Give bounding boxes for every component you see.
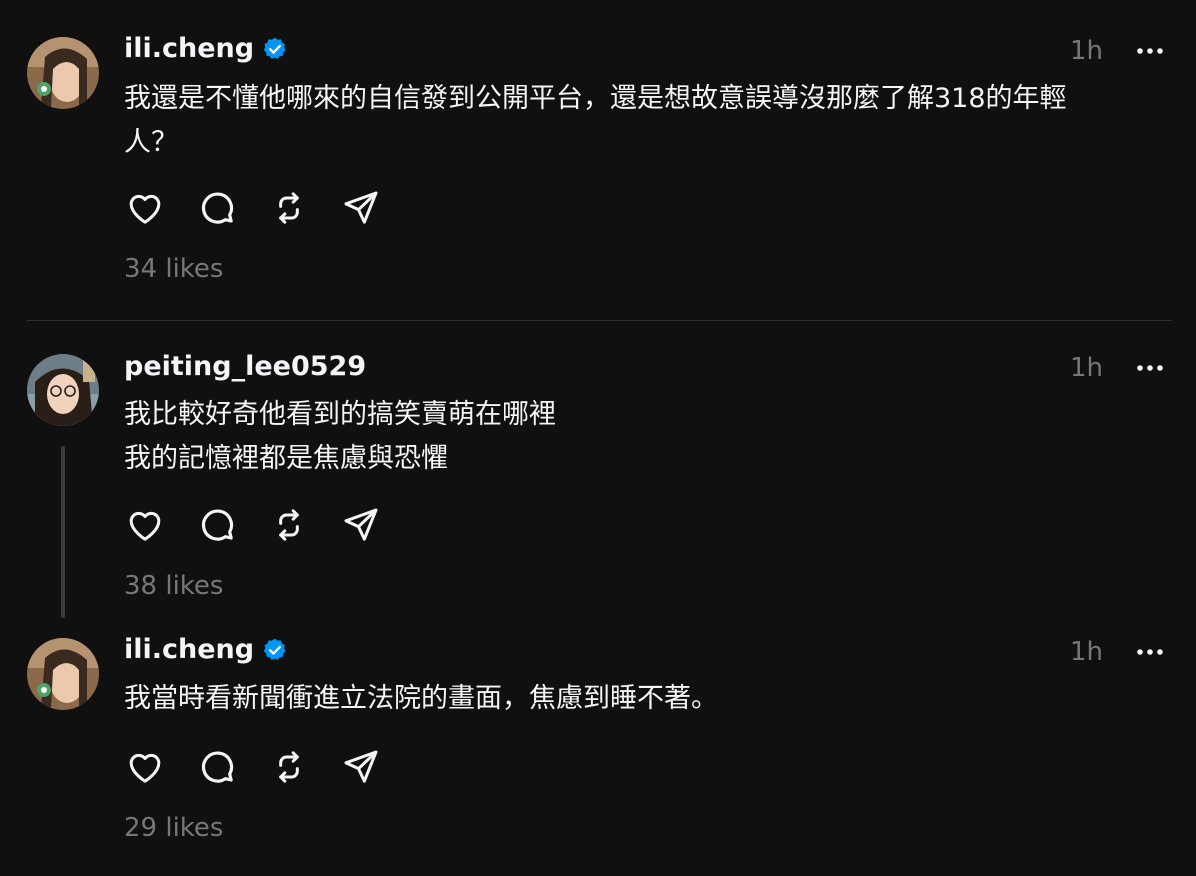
- repost-icon[interactable]: [268, 746, 310, 788]
- send-icon[interactable]: [340, 746, 382, 788]
- more-dots-icon[interactable]: [1134, 35, 1166, 67]
- username[interactable]: ili.cheng: [124, 634, 288, 666]
- likes-count[interactable]: 34 likes: [124, 253, 223, 285]
- likes-count[interactable]: 38 likes: [124, 570, 223, 602]
- verified-badge-icon: [262, 637, 288, 663]
- username-text[interactable]: ili.cheng: [124, 634, 254, 666]
- avatar[interactable]: [27, 37, 99, 109]
- post-actions: [124, 746, 412, 790]
- comment-bubble-icon[interactable]: [196, 504, 238, 546]
- username-text[interactable]: ili.cheng: [124, 33, 254, 65]
- post-time: 1h: [1070, 353, 1104, 383]
- comment-bubble-icon[interactable]: [196, 746, 238, 788]
- comment-bubble-icon[interactable]: [196, 187, 238, 229]
- username[interactable]: ili.cheng: [124, 33, 288, 65]
- post-actions: [124, 504, 412, 548]
- avatar[interactable]: [27, 638, 99, 710]
- send-icon[interactable]: [340, 504, 382, 546]
- post-actions: [124, 187, 412, 231]
- post-text: 我當時看新聞衝進立法院的畫面，焦慮到睡不著。: [124, 683, 718, 714]
- heart-icon[interactable]: [124, 746, 166, 788]
- post-time: 1h: [1070, 637, 1104, 667]
- divider: [27, 320, 1172, 321]
- username[interactable]: peiting_lee0529: [124, 351, 366, 383]
- username-text[interactable]: peiting_lee0529: [124, 351, 366, 383]
- thread-line: [61, 446, 65, 618]
- post-time: 1h: [1070, 36, 1104, 66]
- send-icon[interactable]: [340, 187, 382, 229]
- heart-icon[interactable]: [124, 187, 166, 229]
- more-dots-icon[interactable]: [1134, 352, 1166, 384]
- post-text: 我比較好奇他看到的搞笑賣萌在哪裡 我的記憶裡都是焦慮與恐懼: [124, 399, 556, 474]
- likes-count[interactable]: 29 likes: [124, 812, 223, 844]
- repost-icon[interactable]: [268, 187, 310, 229]
- post-text: 我還是不懂他哪來的自信發到公開平台，還是想故意誤導沒那麼了解318的年輕 人？: [124, 83, 1067, 158]
- heart-icon[interactable]: [124, 504, 166, 546]
- avatar[interactable]: [27, 354, 99, 426]
- more-dots-icon[interactable]: [1134, 636, 1166, 668]
- verified-badge-icon: [262, 36, 288, 62]
- repost-icon[interactable]: [268, 504, 310, 546]
